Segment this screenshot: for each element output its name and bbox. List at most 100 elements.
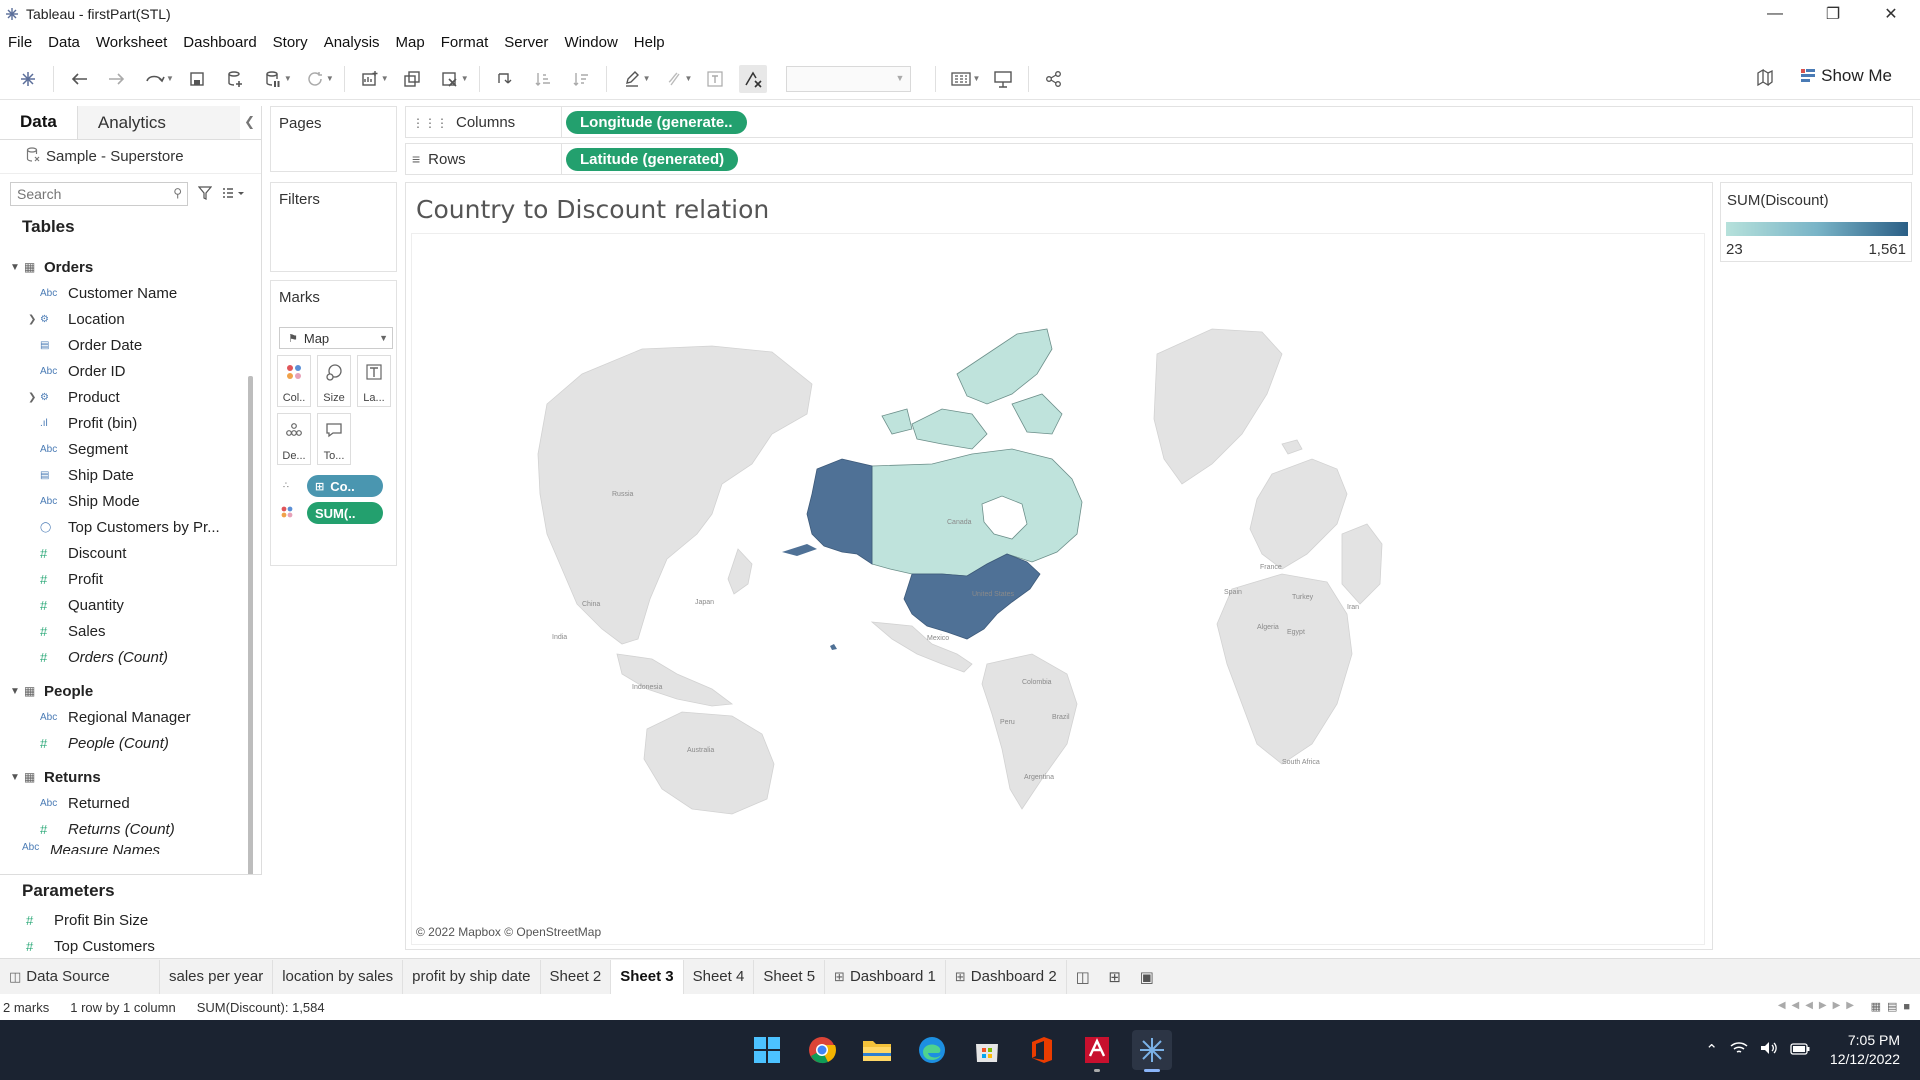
refresh-dropdown-icon[interactable]: ▼ (326, 74, 334, 83)
new-dashboard-icon[interactable]: ⊞ (1099, 960, 1131, 994)
datasource-item[interactable]: Sample - Superstore (0, 140, 261, 174)
tab-analytics[interactable]: Analytics (76, 106, 240, 139)
chevron-right-icon[interactable]: ❯ (28, 392, 36, 403)
map-view[interactable]: Russia China Japan India Indonesia Australia C… (411, 233, 1705, 945)
field-segment[interactable]: Abc Segment (0, 436, 244, 462)
field-measure-names[interactable]: Abc Measure Names (0, 842, 244, 854)
highlight-dropdown-icon[interactable]: ▼ (643, 74, 651, 83)
volume-icon[interactable] (1760, 1041, 1778, 1059)
menu-map[interactable]: Map (388, 34, 433, 51)
field-top-customers-set[interactable]: ◯ Top Customers by Pr... (0, 514, 244, 540)
longitude-pill[interactable]: Longitude (generate.. (566, 111, 747, 134)
refresh-icon[interactable] (301, 65, 329, 93)
field-discount[interactable]: # Discount (0, 540, 244, 566)
world-map[interactable]: Russia China Japan India Indonesia Australia C… (412, 234, 1706, 946)
clear-sheet-icon[interactable] (436, 65, 464, 93)
microsoft-store-icon[interactable] (967, 1030, 1007, 1070)
tab-sheet-2[interactable]: Sheet 2 (541, 959, 612, 994)
file-explorer-icon[interactable] (857, 1030, 897, 1070)
replay-dropdown-icon[interactable]: ▼ (166, 74, 174, 83)
new-worksheet-dropdown-icon[interactable]: ▼ (381, 74, 389, 83)
parameter-top-customers[interactable]: # Top Customers (0, 933, 262, 959)
chevron-right-icon[interactable]: ❯ (28, 314, 36, 325)
viz-title[interactable]: Country to Discount relation (416, 195, 769, 224)
menu-server[interactable]: Server (496, 34, 556, 51)
new-story-icon[interactable]: ▣ (1131, 960, 1163, 994)
collapse-pane-icon[interactable]: ❮ (244, 114, 255, 130)
autocad-icon[interactable] (1077, 1030, 1117, 1072)
edge-icon[interactable] (912, 1030, 952, 1070)
pause-dropdown-icon[interactable]: ▼ (284, 74, 292, 83)
field-returned[interactable]: Abc Returned (0, 790, 244, 816)
group-dropdown-icon[interactable]: ▼ (685, 74, 693, 83)
close-button[interactable]: ✕ (1862, 0, 1920, 28)
tab-sheet-4[interactable]: Sheet 4 (684, 959, 755, 994)
color-legend[interactable]: SUM(Discount) 23 1,561 (1720, 182, 1912, 262)
field-product[interactable]: ❯ ⚙ Product (0, 384, 244, 410)
detail-button[interactable]: De... (277, 413, 311, 465)
tableau-taskbar-icon[interactable] (1132, 1030, 1172, 1072)
field-ship-date[interactable]: ▤ Ship Date (0, 462, 244, 488)
swap-rows-columns-icon[interactable] (491, 65, 519, 93)
menu-format[interactable]: Format (433, 34, 497, 51)
clear-dropdown-icon[interactable]: ▼ (461, 74, 469, 83)
chevron-down-icon[interactable]: ▼ (10, 262, 24, 273)
restore-button[interactable]: ❐ (1804, 0, 1862, 28)
menu-help[interactable]: Help (626, 34, 673, 51)
replay-icon[interactable] (141, 65, 169, 93)
presentation-mode-icon[interactable] (989, 65, 1017, 93)
field-order-date[interactable]: ▤ Order Date (0, 332, 244, 358)
tab-sheet-5[interactable]: Sheet 5 (754, 959, 826, 994)
mark-type-dropdown[interactable]: ⚑ Map ▼ (279, 327, 393, 349)
field-location[interactable]: ❯ ⚙ Location (0, 306, 244, 332)
share-icon[interactable] (1040, 65, 1068, 93)
pages-card[interactable]: Pages (270, 106, 397, 172)
tab-location-by-sales[interactable]: location by sales (273, 959, 404, 994)
show-me-button[interactable]: Show Me (1801, 66, 1892, 86)
menu-file[interactable]: File (0, 34, 40, 51)
rows-shelf[interactable]: ≡ Rows Latitude (generated) (405, 143, 1913, 175)
undo-icon[interactable] (65, 65, 93, 93)
tab-profit-by-ship-date[interactable]: profit by ship date (403, 959, 541, 994)
table-group-orders[interactable]: ▼ ▦ Orders (0, 254, 244, 280)
tab-dashboard-2[interactable]: ⊞ Dashboard 2 (946, 959, 1067, 994)
save-icon[interactable] (183, 65, 211, 93)
windows-start-icon[interactable] (747, 1030, 787, 1070)
new-worksheet-icon[interactable] (356, 65, 384, 93)
pause-updates-icon[interactable] (259, 65, 287, 93)
chevron-down-icon[interactable]: ▼ (10, 686, 24, 697)
field-order-id[interactable]: Abc Order ID (0, 358, 244, 384)
color-button[interactable]: Col.. (277, 355, 311, 407)
office-icon[interactable] (1022, 1030, 1062, 1070)
chevron-up-icon[interactable]: ⌃ (1705, 1041, 1718, 1059)
sum-discount-color-pill[interactable]: SUM(.. (307, 502, 383, 524)
tableau-logo-icon[interactable] (14, 65, 42, 93)
fix-axes-icon[interactable] (739, 64, 768, 93)
new-datasource-icon[interactable] (221, 65, 249, 93)
highlight-icon[interactable] (618, 65, 646, 93)
filter-icon[interactable] (197, 185, 213, 203)
minimize-button[interactable]: — (1746, 0, 1804, 28)
field-list-scrollbar[interactable] (248, 376, 253, 876)
latitude-pill[interactable]: Latitude (generated) (566, 148, 739, 171)
group-members-icon[interactable] (660, 65, 688, 93)
field-quantity[interactable]: # Quantity (0, 592, 244, 618)
tab-data-source[interactable]: ◫ Data Source (0, 959, 160, 994)
chrome-icon[interactable] (802, 1030, 842, 1070)
map-attribution[interactable]: © 2022 Mapbox © OpenStreetMap (416, 925, 601, 939)
tab-data[interactable]: Data (0, 106, 77, 139)
tab-sheet-3[interactable]: Sheet 3 (611, 959, 684, 994)
field-ship-mode[interactable]: Abc Ship Mode (0, 488, 244, 514)
show-cards-dropdown-icon[interactable]: ▼ (972, 74, 980, 83)
field-sales[interactable]: # Sales (0, 618, 244, 644)
duplicate-icon[interactable] (398, 65, 426, 93)
menu-data[interactable]: Data (40, 34, 88, 51)
tab-sales-per-year[interactable]: sales per year (160, 959, 274, 994)
size-button[interactable]: Size (317, 355, 351, 407)
battery-icon[interactable] (1790, 1042, 1810, 1059)
wifi-icon[interactable] (1730, 1041, 1748, 1059)
label-button[interactable]: La... (357, 355, 391, 407)
menu-dashboard[interactable]: Dashboard (175, 34, 264, 51)
sheet-navigation-icons[interactable]: ◀◀◀▶▶▶ (1778, 1000, 1860, 1011)
fit-dropdown[interactable]: ▼ (786, 65, 912, 92)
